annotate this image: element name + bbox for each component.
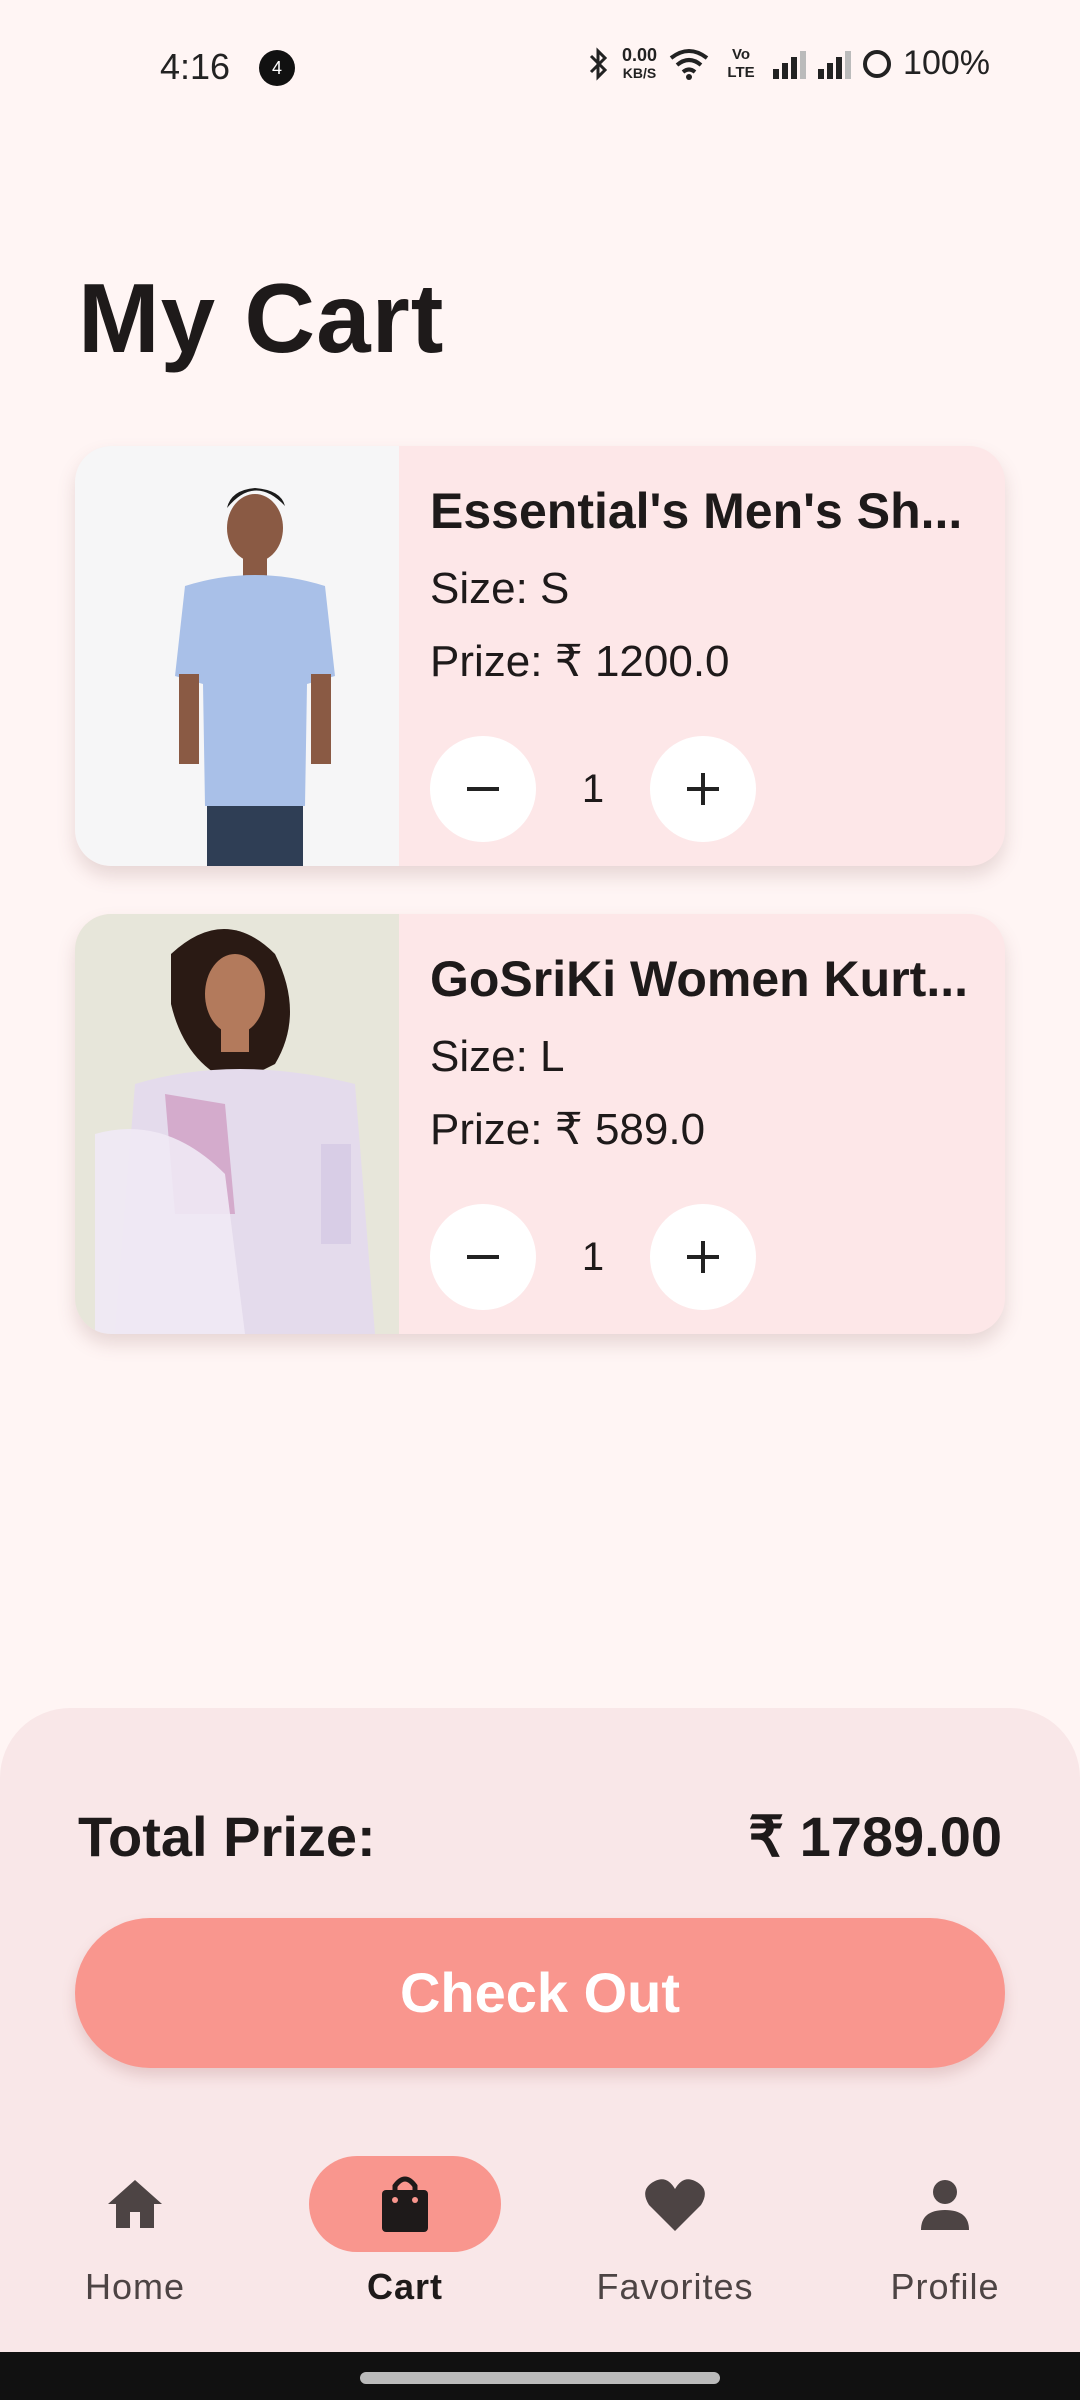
network-speed: 0.00 KB/S xyxy=(621,44,658,81)
minus-icon xyxy=(467,1255,499,1259)
person-icon xyxy=(921,2180,969,2230)
product-size: Size: S xyxy=(430,564,570,613)
rupee-icon: ₹ xyxy=(554,637,583,686)
page-title: My Cart xyxy=(78,263,445,373)
total-prize-label: Total Prize: xyxy=(78,1805,376,1868)
heart-icon xyxy=(645,2179,705,2231)
signal-icon xyxy=(773,49,807,79)
home-icon xyxy=(108,2180,162,2228)
wifi-icon xyxy=(669,48,709,80)
cart-item[interactable]: Essential's Men's Sh... Size: S Prize: ₹… xyxy=(75,446,1005,866)
product-image-shirt[interactable] xyxy=(75,446,399,866)
status-bar: 4:16 4 0.00 KB/S Vo LTE 100% xyxy=(0,0,1080,136)
decrease-quantity-button[interactable] xyxy=(430,736,536,842)
gesture-bar xyxy=(0,2352,1080,2400)
status-icons: 0.00 KB/S Vo LTE 100% xyxy=(588,44,990,83)
cart-item-details: GoSriKi Women Kurt... Size: L Prize: ₹ 5… xyxy=(430,950,990,1155)
battery-icon xyxy=(863,49,892,78)
battery-percent: 100% xyxy=(903,44,990,82)
home-gesture-handle[interactable] xyxy=(360,2372,720,2384)
product-size: Size: L xyxy=(430,1032,565,1081)
product-prize: Prize: ₹ 1200.0 xyxy=(430,637,730,686)
increase-quantity-button[interactable] xyxy=(650,736,756,842)
nav-item-home[interactable]: Home xyxy=(35,2156,235,2308)
decrease-quantity-button[interactable] xyxy=(430,1204,536,1310)
shopping-bag-icon xyxy=(382,2176,428,2232)
nav-item-favorites[interactable]: Favorites xyxy=(575,2156,775,2308)
total-prize-value: ₹ 1789.00 xyxy=(748,1805,1002,1868)
product-name: GoSriKi Women Kurt... xyxy=(430,951,968,1007)
product-image-kurta[interactable] xyxy=(75,914,399,1334)
increase-quantity-button[interactable] xyxy=(650,1204,756,1310)
product-prize: Prize: ₹ 589.0 xyxy=(430,1105,706,1154)
quantity-value: 1 xyxy=(581,1234,605,1279)
rupee-icon: ₹ xyxy=(554,1105,583,1154)
cart-item[interactable]: GoSriKi Women Kurt... Size: L Prize: ₹ 5… xyxy=(75,914,1005,1334)
nav-item-profile[interactable]: Profile xyxy=(845,2156,1045,2308)
bottom-navigation: Home Cart Favorites Profile xyxy=(0,2140,1080,2358)
status-time: 4:16 xyxy=(160,46,231,87)
plus-icon xyxy=(687,1241,719,1273)
signal-icon xyxy=(818,49,852,79)
quantity-stepper: 1 xyxy=(430,736,756,842)
bluetooth-icon xyxy=(589,46,608,81)
minus-icon xyxy=(467,787,499,791)
quantity-stepper: 1 xyxy=(430,1204,756,1310)
volte-indicator: Vo LTE xyxy=(727,45,755,81)
notification-count-badge: 4 xyxy=(259,50,295,86)
quantity-value: 1 xyxy=(581,766,605,811)
plus-icon xyxy=(687,773,719,805)
cart-item-details: Essential's Men's Sh... Size: S Prize: ₹… xyxy=(430,482,990,687)
checkout-button[interactable]: Check Out xyxy=(75,1918,1005,2068)
nav-item-cart[interactable]: Cart xyxy=(305,2156,505,2308)
product-name: Essential's Men's Sh... xyxy=(430,483,963,539)
rupee-icon: ₹ xyxy=(748,1805,784,1868)
